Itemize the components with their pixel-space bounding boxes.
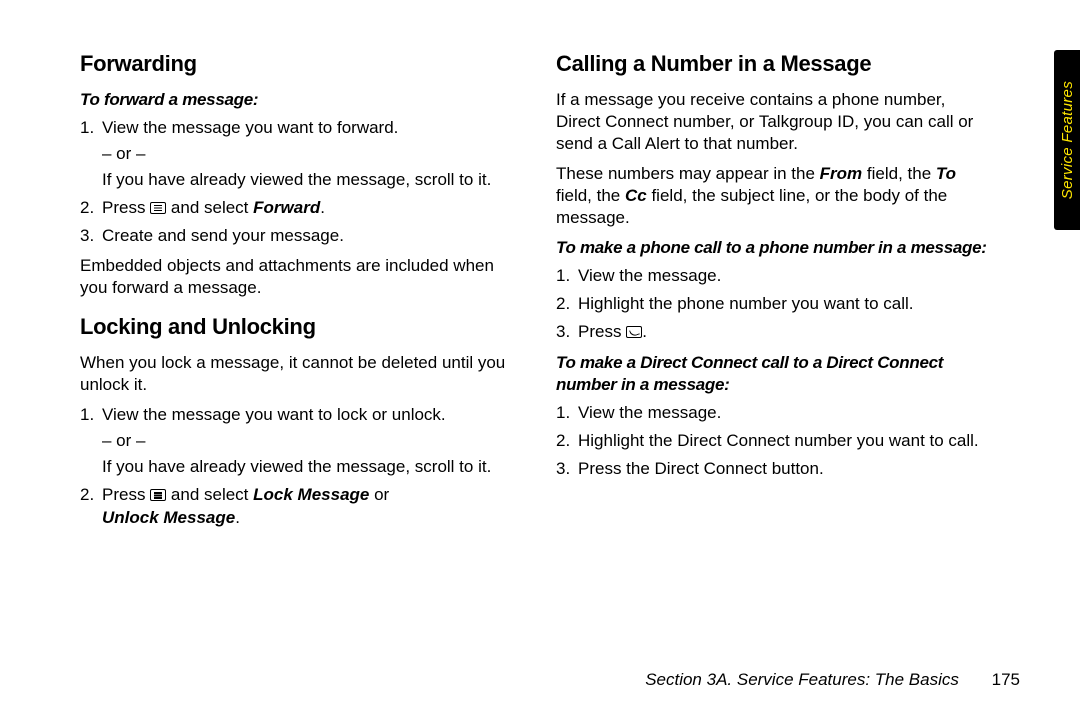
step-text: Press the Direct Connect button. [578,459,824,478]
list-item: 2.Highlight the Direct Connect number yo… [578,430,992,452]
menu-key-icon [150,489,166,501]
step-text: Highlight the phone number you want to c… [578,294,913,313]
list-item: 2. Press and select Lock Message or Unlo… [102,484,516,528]
footer-page-number: 175 [992,670,1020,689]
footer-section: Section 3A. Service Features: The Basics [645,670,959,689]
step-alt-text: If you have already viewed the message, … [102,456,516,478]
step-text: View the message you want to forward. [102,118,398,137]
step-number: 2. [80,484,94,506]
step-number: 1. [80,404,94,426]
side-tab: Service Features [1054,50,1080,230]
ui-label: Unlock Message [102,508,235,527]
field-label: Cc [625,186,647,205]
subhead-forward: To forward a message: [80,89,516,111]
step-text: View the message you want to lock or unl… [102,405,446,424]
list-item: 2.Highlight the phone number you want to… [578,293,992,315]
step-text: and select [166,198,253,217]
paragraph: When you lock a message, it cannot be de… [80,352,516,396]
menu-key-icon [150,202,166,214]
left-column: Forwarding To forward a message: 1. View… [80,50,516,680]
paragraph: These numbers may appear in the From fie… [556,163,992,229]
step-number: 1. [80,117,94,139]
heading-calling: Calling a Number in a Message [556,50,992,79]
list-item: 3.Press . [578,321,992,343]
step-text: View the message. [578,403,721,422]
forward-steps: 1. View the message you want to forward.… [80,117,516,247]
lock-steps: 1. View the message you want to lock or … [80,404,516,528]
field-label: To [936,164,956,183]
direct-connect-steps: 1.View the message. 2.Highlight the Dire… [556,402,992,480]
step-text: . [235,508,240,527]
subhead-direct-connect: To make a Direct Connect call to a Direc… [556,352,992,396]
ui-label: Forward [253,198,320,217]
paragraph: If a message you receive contains a phon… [556,89,992,155]
step-text: and select [166,485,253,504]
step-number: 3. [80,225,94,247]
step-text: or [369,485,389,504]
step-text: . [320,198,325,217]
heading-locking: Locking and Unlocking [80,313,516,342]
step-text: . [642,322,647,341]
step-number: 1. [556,402,570,424]
field-label: From [820,164,863,183]
or-text: – or – [102,430,516,452]
subhead-phone-call: To make a phone call to a phone number i… [556,237,992,259]
list-item: 1. View the message you want to lock or … [102,404,516,478]
list-item: 3.Press the Direct Connect button. [578,458,992,480]
list-item: 3. Create and send your message. [102,225,516,247]
heading-forwarding: Forwarding [80,50,516,79]
page-footer: Section 3A. Service Features: The Basics… [645,670,1020,690]
step-text: Press [102,485,150,504]
step-alt-text: If you have already viewed the message, … [102,169,516,191]
step-text: Highlight the Direct Connect number you … [578,431,979,450]
list-item: 1.View the message. [578,265,992,287]
side-tab-label: Service Features [1059,81,1076,199]
step-number: 2. [556,293,570,315]
page-body: Forwarding To forward a message: 1. View… [0,0,1080,720]
phone-call-steps: 1.View the message. 2.Highlight the phon… [556,265,992,343]
ui-label: Lock Message [253,485,369,504]
step-text: Create and send your message. [102,226,344,245]
step-number: 1. [556,265,570,287]
call-key-icon [626,326,642,338]
step-text: Press [578,322,626,341]
step-text: View the message. [578,266,721,285]
or-text: – or – [102,143,516,165]
step-text: Press [102,198,150,217]
list-item: 1.View the message. [578,402,992,424]
right-column: Calling a Number in a Message If a messa… [556,50,1020,680]
list-item: 2. Press and select Forward. [102,197,516,219]
step-number: 3. [556,321,570,343]
step-number: 2. [556,430,570,452]
paragraph: Embedded objects and attachments are inc… [80,255,516,299]
list-item: 1. View the message you want to forward.… [102,117,516,191]
step-number: 3. [556,458,570,480]
step-number: 2. [80,197,94,219]
